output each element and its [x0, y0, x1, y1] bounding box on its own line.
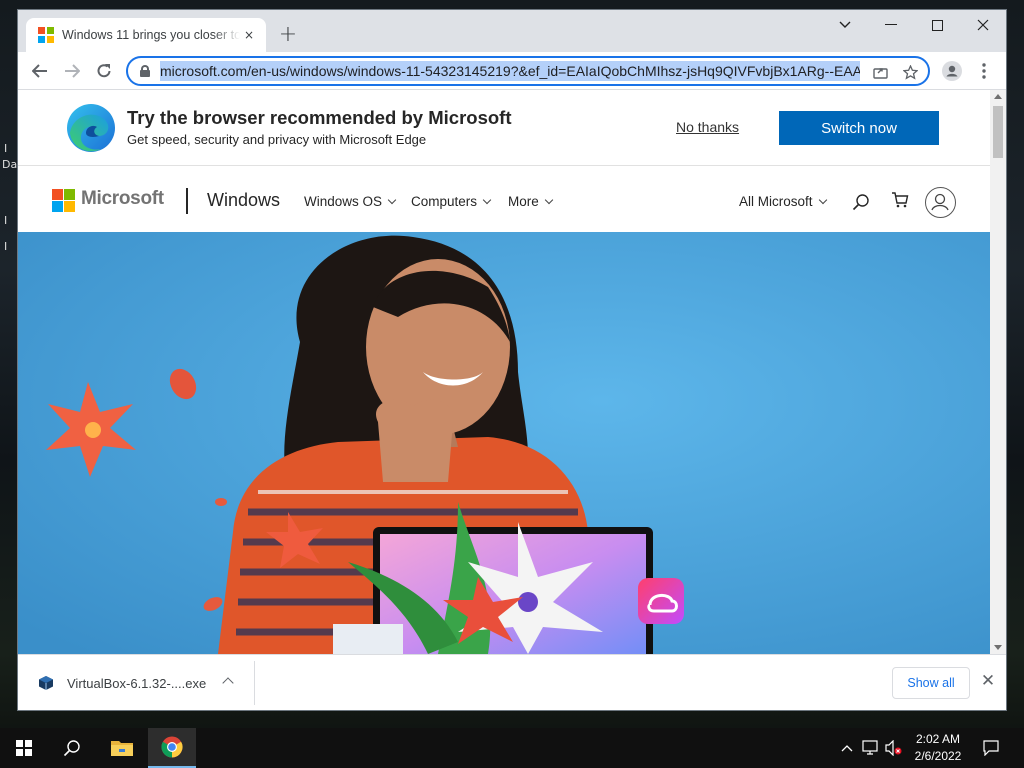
search-taskbar-button[interactable]: [48, 728, 96, 768]
menu-icon: [982, 63, 986, 79]
nav-computers-label: Computers: [411, 194, 478, 209]
maximize-icon: [931, 19, 943, 31]
scroll-up-icon[interactable]: [994, 94, 1002, 99]
banner-title: Try the browser recommended by Microsoft: [127, 107, 512, 128]
tab-strip: Windows 11 brings you closer to × +: [18, 10, 1006, 52]
desktop-label-4: I: [4, 240, 8, 253]
close-window-button[interactable]: [960, 10, 1006, 40]
account-icon[interactable]: [925, 187, 956, 218]
minimize-icon: [885, 24, 897, 25]
download-separator: [254, 661, 255, 705]
taskbar: 2:02 AM 2/6/2022: [0, 728, 1024, 768]
forward-button[interactable]: [58, 57, 86, 85]
back-arrow-icon: [32, 64, 47, 78]
switch-now-button[interactable]: Switch now: [779, 111, 939, 145]
nav-all-microsoft[interactable]: All Microsoft: [739, 194, 827, 209]
start-button[interactable]: [0, 728, 48, 768]
tab-title: Windows 11 brings you closer to: [62, 28, 240, 42]
profile-button[interactable]: [938, 57, 966, 85]
lock-icon[interactable]: [140, 65, 150, 77]
close-shelf-button[interactable]: ✕: [978, 671, 998, 691]
nav-windows-os[interactable]: Windows OS: [304, 194, 397, 209]
chevron-down-icon: [482, 195, 492, 205]
back-button[interactable]: [26, 57, 54, 85]
chevron-down-icon: [387, 195, 397, 205]
windows-product-link[interactable]: Windows: [207, 190, 280, 211]
page-scrollbar[interactable]: [990, 90, 1006, 654]
profile-icon: [942, 61, 962, 81]
download-shelf: VirtualBox-6.1.32-....exe Show all ✕: [18, 654, 1006, 710]
chevron-down-icon: [544, 195, 554, 205]
system-clock[interactable]: 2:02 AM 2/6/2022: [908, 731, 968, 765]
download-filename[interactable]: VirtualBox-6.1.32-....exe: [67, 676, 206, 691]
browser-toolbar: microsoft.com/en-us/windows/windows-11-5…: [18, 52, 1006, 90]
star-icon[interactable]: [900, 62, 920, 82]
notification-icon[interactable]: [982, 738, 1000, 758]
tab-search-button[interactable]: [822, 10, 868, 40]
nav-more-label: More: [508, 194, 539, 209]
reload-icon: [97, 64, 111, 78]
desktop-label-3: I: [4, 214, 8, 227]
chevron-up-icon[interactable]: [222, 677, 234, 689]
desktop-label-2: Da: [2, 158, 18, 171]
file-explorer-icon: [111, 741, 133, 756]
chrome-icon: [161, 736, 183, 758]
tab-close-button[interactable]: ×: [240, 26, 258, 44]
microsoft-wordmark[interactable]: Microsoft: [81, 188, 164, 210]
url-text[interactable]: microsoft.com/en-us/windows/windows-11-5…: [160, 61, 860, 81]
new-tab-button[interactable]: +: [276, 22, 300, 47]
menu-button[interactable]: [970, 57, 998, 85]
nav-all-microsoft-label: All Microsoft: [739, 194, 813, 209]
address-bar[interactable]: microsoft.com/en-us/windows/windows-11-5…: [126, 56, 930, 86]
ms-favicon-icon: [38, 27, 54, 43]
chevron-down-icon: [818, 195, 827, 205]
nav-windows-os-label: Windows OS: [304, 194, 383, 209]
scroll-thumb[interactable]: [993, 106, 1003, 158]
microsoft-header: Microsoft Windows Windows OS Computers M…: [18, 166, 990, 232]
header-divider: [186, 188, 188, 214]
edge-recommendation-banner: Try the browser recommended by Microsoft…: [18, 90, 990, 166]
chevron-down-icon: [839, 21, 851, 28]
network-icon[interactable]: [862, 738, 880, 758]
minimize-button[interactable]: [868, 10, 914, 40]
banner-subtitle: Get speed, security and privacy with Mic…: [127, 132, 427, 147]
search-taskbar-icon: [63, 740, 80, 757]
tray-chevron-icon[interactable]: [838, 738, 856, 758]
clock-time: 2:02 AM: [915, 732, 961, 746]
volume-muted-icon[interactable]: [884, 738, 902, 758]
maximize-button[interactable]: [914, 10, 960, 40]
hero-image: [18, 232, 990, 654]
scroll-down-icon[interactable]: [994, 645, 1002, 650]
chrome-button[interactable]: [148, 728, 196, 768]
file-explorer-button[interactable]: [98, 728, 146, 768]
show-all-button[interactable]: Show all: [892, 667, 970, 699]
cart-icon[interactable]: [889, 189, 911, 211]
nav-more[interactable]: More: [508, 194, 554, 209]
desktop-label-1: I: [4, 142, 8, 155]
virtualbox-icon: [39, 676, 53, 690]
clock-date: 2/6/2022: [914, 749, 962, 763]
microsoft-logo-icon[interactable]: [52, 189, 75, 212]
browser-window: Windows 11 brings you closer to × + micr…: [18, 10, 1006, 710]
nav-computers[interactable]: Computers: [411, 194, 492, 209]
start-icon: [16, 740, 32, 756]
reload-button[interactable]: [90, 57, 118, 85]
no-thanks-link[interactable]: No thanks: [676, 119, 739, 135]
edge-logo-icon: [67, 104, 115, 152]
close-icon: [977, 19, 989, 31]
share-icon[interactable]: [870, 62, 890, 82]
hero-illustration: [18, 232, 990, 654]
forward-arrow-icon: [65, 64, 80, 78]
tab-windows-11[interactable]: Windows 11 brings you closer to ×: [26, 18, 266, 52]
search-icon[interactable]: [850, 191, 872, 213]
